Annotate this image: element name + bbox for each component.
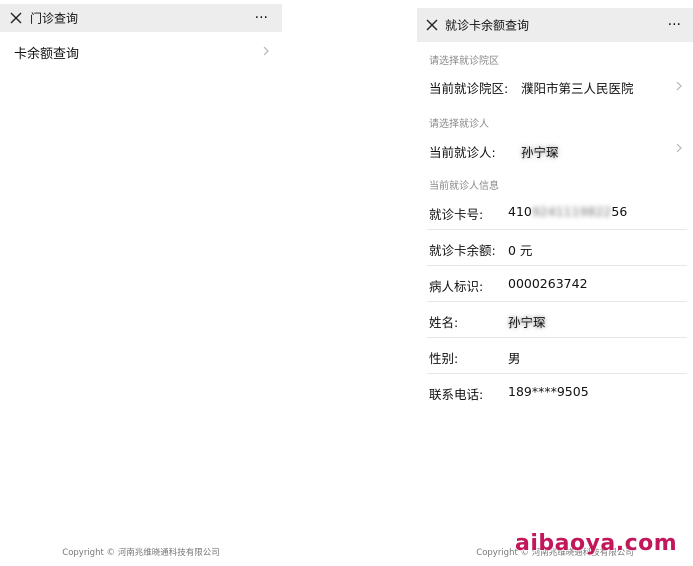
close-icon[interactable]: [9, 11, 23, 25]
patient-label: 当前就诊人:: [429, 145, 496, 160]
menu-item-card-balance[interactable]: 卡余额查询: [0, 36, 282, 66]
info-key: 联系电话:: [429, 387, 484, 402]
campus-select-row[interactable]: 当前就诊院区: 濮阳市第三人民医院: [417, 66, 693, 106]
left-titlebar: 门诊查询 ···: [0, 4, 282, 32]
right-screen: 就诊卡余额查询 ··· 请选择就诊院区 当前就诊院区: 濮阳市第三人民医院 请选…: [417, 0, 693, 566]
chevron-right-icon: [675, 142, 683, 154]
close-icon[interactable]: [425, 18, 439, 32]
campus-label: 当前就诊院区:: [429, 81, 509, 96]
page-title: 就诊卡余额查询: [445, 18, 530, 33]
watermark-text: aibaoya.com: [515, 531, 678, 556]
section-header-info: 当前就诊人信息: [429, 181, 499, 192]
card-number-masked: 9241119822: [531, 204, 612, 219]
info-key: 就诊卡余额:: [429, 243, 496, 258]
info-key: 就诊卡号:: [429, 207, 484, 222]
copyright-text: Copyright © 河南兆维晓通科技有限公司: [62, 548, 220, 558]
info-key: 性别:: [429, 351, 459, 366]
chevron-right-icon: [675, 80, 683, 92]
right-titlebar: 就诊卡余额查询 ···: [417, 8, 693, 42]
left-screen: 门诊查询 ··· 卡余额查询 Copyright © 河南兆维晓通科技有限公司: [0, 0, 282, 566]
info-row-balance: 就诊卡余额: 0 元: [417, 230, 693, 266]
info-row-name: 姓名: 孙宁琛: [417, 302, 693, 338]
menu-item-label: 卡余额查询: [14, 47, 80, 62]
info-value: 410924111982256: [508, 204, 627, 219]
card-number-suffix: 56: [611, 204, 628, 219]
campus-value: 濮阳市第三人民医院: [521, 81, 634, 96]
card-number-prefix: 410: [508, 204, 532, 219]
chevron-right-icon: [262, 45, 270, 57]
info-value: 男: [508, 351, 521, 366]
info-value: 孙宁琛: [508, 315, 546, 330]
more-icon[interactable]: ···: [255, 11, 268, 25]
info-key: 病人标识:: [429, 279, 484, 294]
info-value: 0 元: [508, 243, 533, 258]
patient-select-row[interactable]: 当前就诊人: 孙宁琛: [417, 128, 693, 168]
page-title: 门诊查询: [30, 11, 79, 26]
info-row-card-number: 就诊卡号: 410924111982256: [417, 194, 693, 230]
info-key: 姓名:: [429, 315, 459, 330]
info-row-gender: 性别: 男: [417, 338, 693, 374]
section-header-campus: 请选择就诊院区: [429, 56, 499, 67]
more-icon[interactable]: ···: [668, 18, 681, 32]
info-row-phone: 联系电话: 189****9505: [417, 374, 693, 410]
patient-value: 孙宁琛: [521, 145, 559, 160]
info-value: 189****9505: [508, 384, 589, 399]
info-value: 0000263742: [508, 276, 588, 291]
info-row-patient-id: 病人标识: 0000263742: [417, 266, 693, 302]
